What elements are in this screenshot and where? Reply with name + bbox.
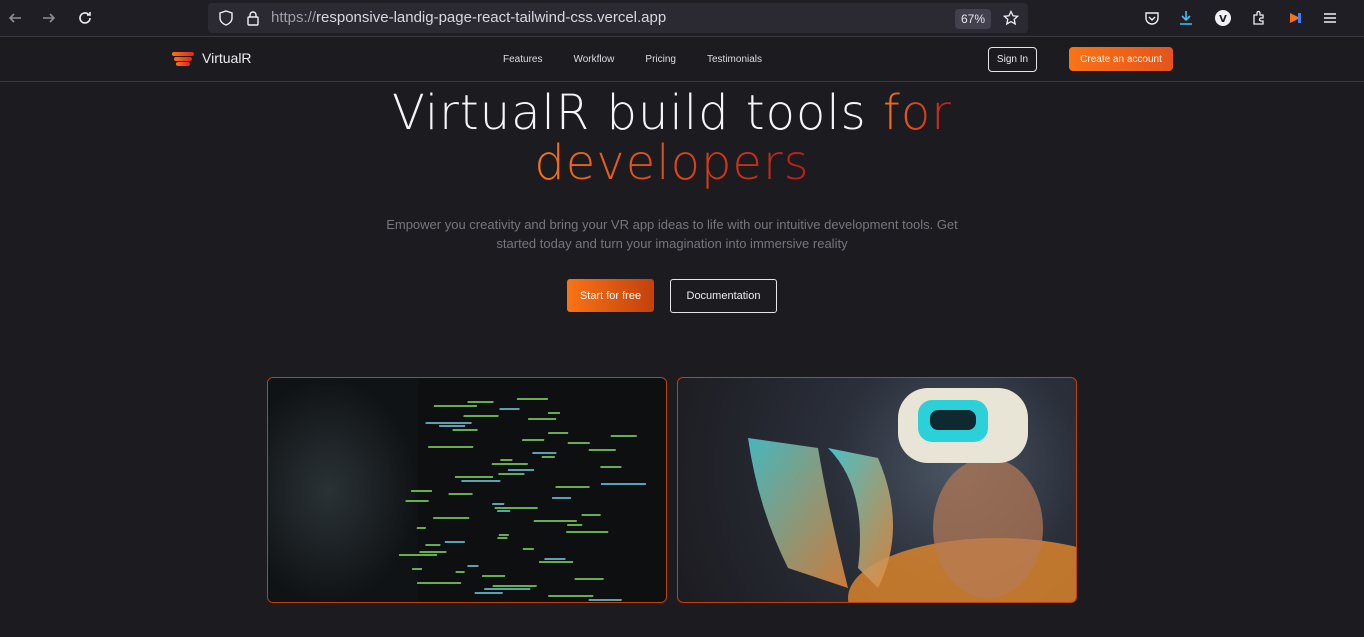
terminal-line — [428, 445, 474, 448]
terminal-line — [555, 486, 590, 489]
terminal-line — [496, 537, 508, 540]
terminal-line — [516, 398, 548, 400]
terminal-line — [552, 496, 572, 499]
terminal-line — [455, 571, 465, 574]
terminal-line — [548, 411, 560, 414]
terminal-line — [531, 452, 557, 455]
terminal-line — [467, 401, 494, 404]
hero-subtitle: Empower you creativity and bring your VR… — [386, 217, 958, 251]
terminal-line — [432, 517, 470, 519]
vr-headset-image — [677, 377, 1077, 603]
nav-link-workflow[interactable]: Workflow — [573, 54, 614, 65]
nav-link-features[interactable]: Features — [503, 54, 542, 65]
terminal-line — [541, 455, 555, 458]
brand-logo[interactable]: VirtualR — [172, 50, 252, 66]
extensions-icon[interactable] — [1249, 8, 1269, 28]
terminal-line — [411, 568, 423, 570]
profile-avatar-icon[interactable]: V — [1213, 8, 1233, 28]
create-account-button[interactable]: Create an account — [1069, 47, 1173, 71]
extension-flag-icon[interactable] — [1285, 8, 1305, 28]
vr-illustration — [748, 388, 1076, 602]
terminal-line — [581, 513, 601, 516]
back-icon[interactable] — [0, 3, 30, 33]
terminal-line — [419, 551, 447, 553]
terminal-line — [433, 404, 477, 407]
terminal-line — [548, 595, 594, 598]
brand-name: VirtualR — [202, 50, 252, 66]
hero-title-main: VirtualR build tools — [392, 85, 867, 141]
documentation-button[interactable]: Documentation — [670, 279, 777, 313]
terminal-line — [588, 598, 623, 601]
reload-icon[interactable] — [70, 3, 100, 33]
terminal-line — [492, 585, 537, 587]
terminal-line — [492, 462, 528, 465]
terminal-line — [500, 459, 513, 462]
zoom-level-badge[interactable]: 67% — [955, 9, 992, 29]
lock-icon[interactable] — [243, 8, 263, 28]
terminal-line — [544, 557, 566, 560]
svg-text:V: V — [1219, 14, 1227, 25]
terminal-line — [410, 489, 432, 492]
terminal-line — [425, 544, 441, 547]
terminal-line — [416, 527, 427, 530]
terminal-line — [610, 435, 637, 438]
terminal-line — [567, 442, 590, 445]
terminal-line — [452, 428, 478, 431]
terminal-line — [522, 438, 544, 441]
terminal-line — [600, 483, 646, 485]
download-icon[interactable] — [1176, 8, 1196, 28]
terminal-line — [588, 449, 616, 451]
terminal-line — [496, 510, 511, 513]
terminal-line — [483, 588, 531, 591]
hero-title-accent-2: developers — [534, 135, 810, 191]
terminal-line — [405, 500, 429, 502]
browser-toolbar: https://responsive-landig-page-react-tai… — [0, 0, 1364, 37]
terminal-line — [522, 547, 535, 550]
terminal-line — [548, 432, 568, 434]
terminal-line — [507, 469, 534, 472]
sign-in-button[interactable]: Sign In — [988, 47, 1037, 72]
terminal-line — [467, 564, 479, 567]
hero-title: VirtualR build tools for developers — [0, 88, 1344, 188]
terminal-text-lines — [380, 378, 666, 602]
terminal-line — [439, 425, 466, 428]
terminal-line — [574, 578, 605, 581]
terminal-line — [448, 493, 473, 496]
terminal-line — [417, 581, 462, 584]
forward-icon[interactable] — [34, 3, 64, 33]
terminal-line — [455, 476, 494, 479]
terminal-line — [566, 530, 609, 533]
terminal-line — [474, 591, 503, 594]
terminal-line — [492, 503, 505, 506]
terminal-line — [539, 561, 574, 564]
terminal-line — [498, 472, 525, 475]
terminal-line — [481, 574, 506, 577]
logo-mark-icon — [172, 50, 194, 66]
terminal-code-image — [267, 377, 667, 603]
terminal-line — [398, 554, 438, 557]
shield-icon[interactable] — [216, 8, 236, 28]
url-text: https://responsive-landig-page-react-tai… — [271, 9, 667, 26]
nav-link-pricing[interactable]: Pricing — [645, 54, 676, 65]
terminal-line — [567, 523, 583, 526]
terminal-line — [498, 534, 509, 536]
terminal-line — [533, 520, 577, 523]
terminal-line — [528, 418, 556, 421]
address-bar[interactable]: https://responsive-landig-page-react-tai… — [208, 3, 1028, 33]
bookmark-star-icon[interactable] — [1001, 8, 1021, 28]
terminal-line — [600, 466, 622, 468]
hero-title-accent-1: for — [882, 85, 952, 141]
terminal-line — [499, 408, 520, 411]
start-for-free-button[interactable]: Start for free — [567, 279, 654, 312]
primary-menu: Features Workflow Pricing Testimonials — [503, 54, 762, 65]
terminal-line — [463, 415, 499, 417]
terminal-line — [461, 479, 501, 482]
menu-hamburger-icon[interactable] — [1320, 8, 1340, 28]
nav-link-testimonials[interactable]: Testimonials — [707, 54, 762, 65]
pocket-icon[interactable] — [1142, 8, 1162, 28]
terminal-line — [444, 540, 465, 543]
terminal-line — [494, 506, 538, 509]
terminal-line — [425, 421, 472, 424]
